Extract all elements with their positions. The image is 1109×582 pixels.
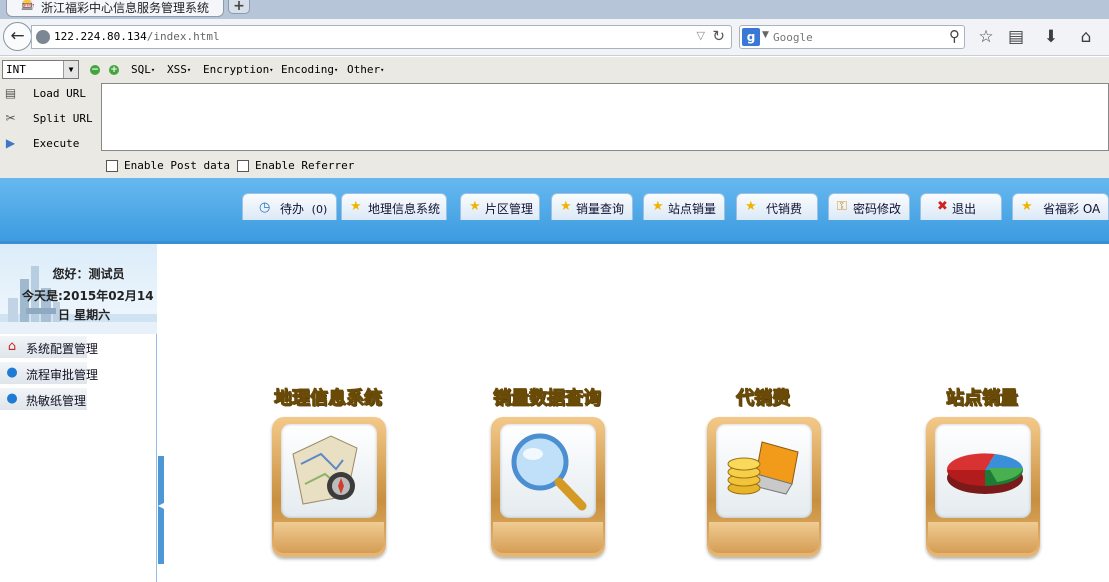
int-select[interactable]: INT ▼ — [2, 60, 79, 79]
date-text: 今天是:2015年02月14 — [22, 289, 154, 303]
feature-commission[interactable]: 代销费 — [698, 384, 828, 582]
star-icon: ★ — [652, 199, 664, 214]
checkbox-box[interactable] — [237, 160, 249, 172]
app-header: ◷ 待办 (0) ★ 地理信息系统 ★ 片区管理 ★ 销量查询 ★ 站点销量 ★… — [0, 178, 1109, 244]
downloads-icon[interactable]: ⬇ — [1039, 25, 1063, 49]
browser-tab-bar: 🎰 浙江福彩中心信息服务管理系统 + — [0, 0, 1109, 19]
bulb-icon: ● — [6, 391, 18, 406]
bulb-icon: ● — [6, 365, 18, 380]
feature-title: 销量数据查询 — [493, 388, 602, 410]
sidebar: 您好：测试员 今天是:2015年02月14 日 星期六 ⌂ 系统配置管理 ● 流… — [0, 244, 157, 582]
tab-todo[interactable]: ◷ 待办 (0) — [242, 193, 337, 220]
menu-encryption[interactable]: Encryption▾ — [203, 63, 273, 76]
execute-button[interactable]: ▶ Execute — [0, 133, 100, 155]
todo-count: (0) — [311, 203, 328, 216]
pie-chart-icon — [946, 453, 1024, 494]
tab-sales-query[interactable]: ★ 销量查询 — [551, 193, 633, 220]
browser-tab[interactable]: 🎰 浙江福彩中心信息服务管理系统 — [6, 0, 224, 17]
load-url-icon: ▤ — [4, 86, 17, 100]
hackbar-panel: INT ▼ − + SQL▾ XSS▾ Encryption▾ Encoding… — [0, 57, 1109, 178]
play-icon: ▶ — [5, 136, 16, 150]
star-icon: ★ — [469, 199, 481, 214]
tab-site-sales[interactable]: ★ 站点销量 — [643, 193, 725, 220]
load-url-button[interactable]: ▤ Load URL — [0, 83, 100, 105]
sidebar-item-thermal-paper[interactable]: ● 热敏纸管理 — [0, 388, 87, 411]
key-icon: ⚿ — [837, 199, 847, 214]
google-logo-icon[interactable]: g — [742, 28, 760, 46]
sidebar-item-workflow[interactable]: ● 流程审批管理 — [0, 362, 98, 385]
close-icon: ✖ — [937, 199, 948, 214]
sidebar-item-system-config[interactable]: ⌂ 系统配置管理 — [0, 336, 98, 359]
menu-sql[interactable]: SQL▾ — [131, 63, 155, 76]
site-favicon-icon: 🎰 — [21, 0, 35, 11]
tab-change-password[interactable]: ⚿ 密码修改 — [828, 193, 910, 220]
map-compass-icon — [292, 435, 358, 505]
new-tab-button[interactable]: + — [228, 0, 250, 14]
search-icon[interactable]: ⚲ — [949, 27, 960, 45]
back-button[interactable]: ← — [3, 22, 32, 51]
main-content: 地理信息系统 销量数据查询 代销费 站点销量 — [166, 244, 1109, 582]
scissors-icon: ✂ — [5, 111, 16, 125]
house-icon: ⌂ — [7, 339, 17, 354]
star-icon: ★ — [1021, 199, 1033, 214]
feature-tile[interactable] — [272, 417, 386, 557]
feature-title: 站点销量 — [946, 388, 1019, 410]
bookmarks-list-icon[interactable]: ▤ — [1004, 25, 1028, 49]
globe-icon — [36, 30, 50, 44]
star-icon: ★ — [560, 199, 572, 214]
feature-gis[interactable]: 地理信息系统 — [263, 384, 393, 582]
browser-tab-title: 浙江福彩中心信息服务管理系统 — [41, 1, 210, 15]
star-icon: ★ — [350, 199, 362, 214]
search-input[interactable]: Google — [773, 31, 813, 44]
browser-nav-bar: ← 122.224.80.134/index.html ▽ ↻ g ▼ Goog… — [0, 19, 1109, 56]
star-icon: ★ — [745, 199, 757, 214]
welcome-panel: 您好：测试员 今天是:2015年02月14 日 星期六 — [0, 244, 157, 334]
tab-logout[interactable]: ✖ 退出 — [920, 193, 1002, 220]
feature-site-sales[interactable]: 站点销量 — [917, 384, 1047, 582]
coins-laptop-icon — [727, 441, 799, 495]
chevron-down-icon[interactable]: ▼ — [63, 61, 78, 78]
feature-sales-data-query[interactable]: 销量数据查询 — [482, 384, 612, 582]
feature-title: 地理信息系统 — [274, 388, 383, 410]
tab-commission[interactable]: ★ 代销费 — [736, 193, 818, 220]
increment-icon[interactable]: + — [109, 65, 119, 75]
feature-title: 代销费 — [736, 388, 791, 410]
magnifier-icon — [511, 433, 587, 511]
menu-encoding[interactable]: Encoding▾ — [281, 63, 338, 76]
menu-other[interactable]: Other▾ — [347, 63, 384, 76]
weekday-text: 日 星期六 — [58, 308, 111, 322]
decrement-icon[interactable]: − — [90, 65, 100, 75]
url-bar[interactable]: 122.224.80.134/index.html ▽ ↻ — [31, 25, 732, 49]
engine-dropdown-icon[interactable]: ▼ — [762, 30, 769, 40]
clock-icon: ◷ — [259, 200, 271, 215]
greeting-text: 您好：测试员 — [52, 267, 125, 281]
tab-district[interactable]: ★ 片区管理 — [460, 193, 540, 220]
feature-tile[interactable] — [926, 417, 1040, 557]
chevron-left-icon[interactable]: ◀ — [158, 500, 164, 512]
url-history-dropdown-icon[interactable]: ▽ — [697, 29, 705, 42]
url-text: 122.224.80.134/index.html — [54, 30, 220, 43]
url-textarea[interactable] — [101, 83, 1109, 151]
feature-tile[interactable] — [707, 417, 821, 557]
tab-province-oa[interactable]: ★ 省福彩 OA — [1012, 193, 1109, 220]
bookmark-star-icon[interactable]: ☆ — [974, 25, 998, 49]
reload-icon[interactable]: ↻ — [712, 27, 725, 45]
tab-gis[interactable]: ★ 地理信息系统 — [341, 193, 447, 220]
tab-todo-label: 待办 — [280, 202, 305, 216]
menu-xss[interactable]: XSS▾ — [167, 63, 191, 76]
feature-tile[interactable] — [491, 417, 605, 557]
split-url-button[interactable]: ✂ Split URL — [0, 108, 100, 130]
checkbox-box[interactable] — [106, 160, 118, 172]
search-bar[interactable]: g ▼ Google ⚲ — [739, 25, 965, 49]
home-icon[interactable]: ⌂ — [1074, 25, 1098, 49]
